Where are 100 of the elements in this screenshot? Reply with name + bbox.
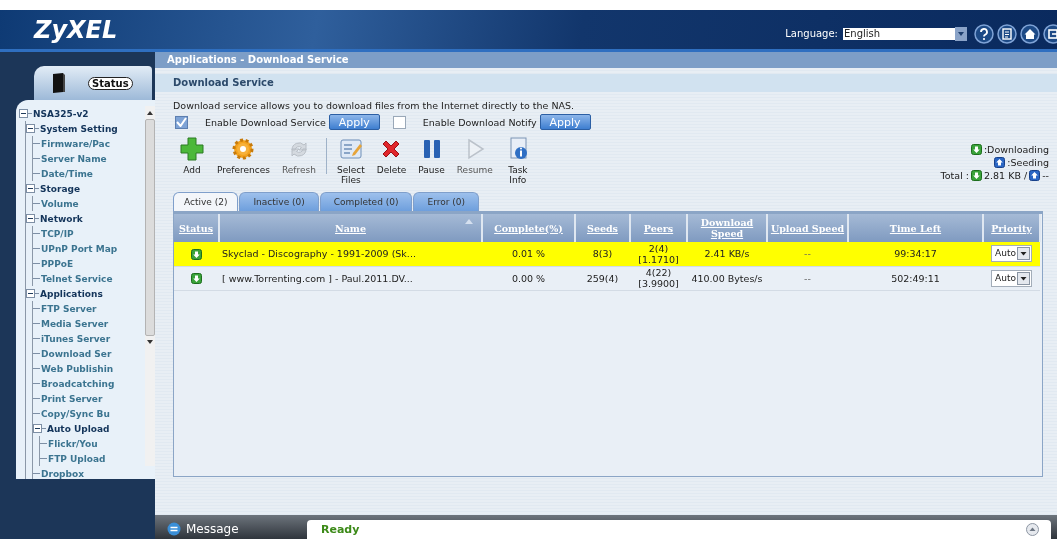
scroll-up-icon[interactable]	[146, 109, 154, 117]
download-arrow-icon	[971, 170, 982, 181]
priority-dropdown[interactable]: Auto	[991, 245, 1032, 263]
tab[interactable]: Completed (0)	[319, 192, 413, 211]
table-cell: 0.01 %	[482, 242, 575, 266]
table-row[interactable]: [ www.Torrenting.com ] - Paul.2011.DV... 0.00 % 259(4) 4(22) [3.9900] 410.00 Bytes/s -- 502:49:11 Auto	[174, 266, 1040, 290]
table-row[interactable]: Skyclad - Discography - 1991-2009 (Sk... 0.01 % 8(3) 2(4) [1.1710] 2.41 KB/s -- 99:34:17 Auto	[174, 242, 1040, 266]
table-cell: [ www.Torrenting.com ] - Paul.2011.DV...	[219, 266, 482, 290]
tree-item[interactable]: Date/Time	[40, 168, 93, 179]
tree-item[interactable]: TCP/IP	[40, 228, 74, 239]
tree-item[interactable]: System Setting	[39, 123, 118, 134]
toolbar-button[interactable]: Delete	[370, 136, 413, 175]
column-header[interactable]: Status	[174, 214, 219, 242]
checkbox[interactable]	[392, 115, 406, 129]
scrollbar-thumb[interactable]	[145, 119, 155, 336]
total-label: Total :	[940, 170, 969, 181]
table-cell: 8(3)	[575, 242, 630, 266]
home-icon[interactable]	[1020, 23, 1040, 44]
column-header[interactable]: Name	[219, 214, 482, 242]
upload-total: --	[1042, 170, 1049, 181]
scrollbar[interactable]	[145, 106, 155, 466]
logo: ZyXEL	[34, 15, 118, 44]
collapse-icon[interactable]	[26, 184, 35, 193]
collapse-icon[interactable]	[26, 214, 35, 223]
tree-item[interactable]: Firmware/Pac	[40, 138, 111, 149]
message-label: Message	[186, 522, 239, 536]
toolbar-button[interactable]: Select Files	[330, 136, 371, 185]
language-dropdown[interactable]: English	[843, 27, 967, 40]
caret-icon	[1016, 271, 1030, 285]
tree-item[interactable]: Auto Upload	[46, 423, 110, 434]
document-icon[interactable]	[997, 23, 1017, 44]
toolbar-button[interactable]: Preferences	[211, 136, 276, 175]
column-header[interactable]: Download Speed	[687, 214, 767, 242]
table-cell-text: [3.9900]	[637, 278, 680, 289]
column-header[interactable]: Peers	[630, 214, 687, 242]
priority-dropdown[interactable]: Auto	[991, 269, 1032, 287]
tree-item[interactable]: Dropbox	[40, 468, 84, 479]
column-header[interactable]: Complete(%)	[482, 214, 575, 242]
column-header[interactable]: Priority	[983, 214, 1040, 242]
tree-item[interactable]: iTunes Server	[40, 333, 111, 344]
column-header[interactable]: Time Left	[848, 214, 983, 242]
table-cell: 2.41 KB/s	[687, 242, 767, 266]
table-cell: 410.00 Bytes/s	[687, 266, 767, 290]
collapse-icon[interactable]	[19, 109, 28, 118]
collapse-icon[interactable]	[33, 424, 42, 433]
tree-item[interactable]: Flickr/You	[47, 438, 98, 449]
checkbox[interactable]	[175, 115, 188, 129]
toolbar-button[interactable]: Task Info	[498, 136, 537, 185]
tree-item[interactable]: Applications	[39, 288, 103, 299]
table-cell: 99:34:17	[848, 242, 983, 266]
tree-item[interactable]: UPnP Port Map	[40, 243, 118, 254]
nas-device-icon	[50, 72, 66, 94]
tree-item[interactable]: Server Name	[40, 153, 107, 164]
expand-up-icon[interactable]	[1026, 523, 1039, 536]
table-cell-text: [1.1710]	[637, 253, 680, 265]
status-text: Ready	[321, 523, 360, 536]
file-list-icon	[337, 136, 364, 162]
column-header[interactable]: Seeds	[575, 214, 630, 242]
checkbox-label: Enable Download Service	[205, 116, 326, 128]
collapse-icon[interactable]	[26, 289, 35, 298]
download-arrow-icon	[191, 248, 202, 260]
apply-button[interactable]: Apply	[328, 114, 380, 130]
tree-item[interactable]: Storage	[39, 183, 81, 194]
tree-item[interactable]: Broadcatching	[40, 378, 115, 389]
tree-item[interactable]: PPPoE	[40, 258, 74, 269]
toolbar-button[interactable]: Add	[173, 136, 211, 175]
table-cell: 502:49:11	[848, 266, 983, 290]
description-text: Download service allows you to download files from the Internet directly to the NAS.	[173, 100, 576, 111]
legend-label: :Seeding	[1007, 157, 1049, 168]
column-header[interactable]: Upload Speed	[767, 214, 848, 242]
tree-item[interactable]: NSA325-v2	[32, 108, 89, 119]
checkmark-icon	[176, 117, 187, 127]
logout-icon[interactable]	[1043, 23, 1057, 44]
tree-item[interactable]: Media Server	[40, 318, 109, 329]
legend-label: :Downloading	[983, 144, 1049, 155]
tree-item[interactable]: FTP Upload	[47, 453, 106, 464]
help-icon[interactable]	[974, 23, 994, 44]
status-tab[interactable]: Status	[34, 66, 152, 100]
tree-item[interactable]: Telnet Service	[40, 273, 113, 284]
tab[interactable]: Error (0)	[413, 192, 480, 211]
tab[interactable]: Inactive (0)	[239, 192, 319, 211]
apply-button[interactable]: Apply	[539, 114, 591, 130]
language-label: Language:	[785, 28, 838, 39]
table-cell-text: 4(22)	[644, 267, 673, 278]
caret-icon	[955, 26, 967, 41]
tree-item[interactable]: Copy/Sync Bu	[40, 408, 110, 419]
download-arrow-icon	[191, 273, 202, 284]
table-cell: Skyclad - Discography - 1991-2009 (Sk...	[219, 242, 482, 266]
tree-item[interactable]: Network	[39, 213, 83, 224]
tab[interactable]: Active (2)	[173, 192, 239, 211]
tree-item[interactable]: Download Ser	[40, 348, 112, 359]
checkbox-label: Enable Download Notify	[422, 116, 537, 128]
tree-item[interactable]: FTP Server	[40, 303, 97, 314]
tree-item[interactable]: Volume	[40, 198, 79, 209]
toolbar-button[interactable]: Pause	[412, 136, 451, 175]
scroll-down-icon[interactable]	[146, 338, 154, 346]
tree-item[interactable]: Web Publishin	[40, 363, 114, 374]
tree-item[interactable]: Print Server	[40, 393, 103, 404]
breadcrumb: Applications - Download Service	[155, 52, 1057, 68]
collapse-icon[interactable]	[26, 124, 35, 133]
